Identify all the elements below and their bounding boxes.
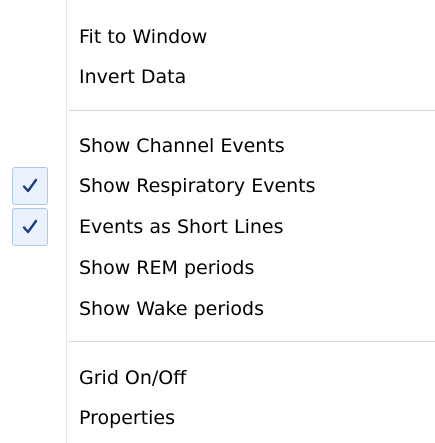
menu-separator (69, 110, 435, 112)
menu-item-show-respiratory-events[interactable]: Show Respiratory Events (0, 164, 435, 208)
menu-separator (69, 341, 435, 343)
menu-item-label: Events as Short Lines (79, 216, 284, 238)
menu-item-show-channel-events[interactable]: Show Channel Events (0, 124, 435, 168)
checkmark-icon (12, 208, 48, 246)
menu-item-label: Grid On/Off (79, 367, 187, 389)
menu-item-label: Properties (79, 407, 176, 429)
menu-item-label: Fit to Window (79, 26, 208, 48)
menu-item-show-rem-periods[interactable]: Show REM periods (0, 246, 435, 290)
checkmark-icon (12, 167, 48, 205)
menu-item-label: Show Wake periods (79, 298, 264, 320)
menu-item-label: Show REM periods (79, 257, 255, 279)
menu-item-label: Invert Data (79, 66, 187, 88)
menu-item-events-as-short-lines[interactable]: Events as Short Lines (0, 205, 435, 249)
menu-item-properties[interactable]: Properties (0, 396, 435, 440)
menu-item-invert-data[interactable]: Invert Data (0, 55, 435, 99)
menu-item-grid-on-off[interactable]: Grid On/Off (0, 356, 435, 400)
context-menu: Fit to Window Invert Data Show Channel E… (0, 0, 435, 443)
menu-item-fit-to-window[interactable]: Fit to Window (0, 15, 435, 59)
menu-item-show-wake-periods[interactable]: Show Wake periods (0, 287, 435, 331)
menu-item-label: Show Channel Events (79, 135, 285, 157)
menu-item-label: Show Respiratory Events (79, 175, 316, 197)
